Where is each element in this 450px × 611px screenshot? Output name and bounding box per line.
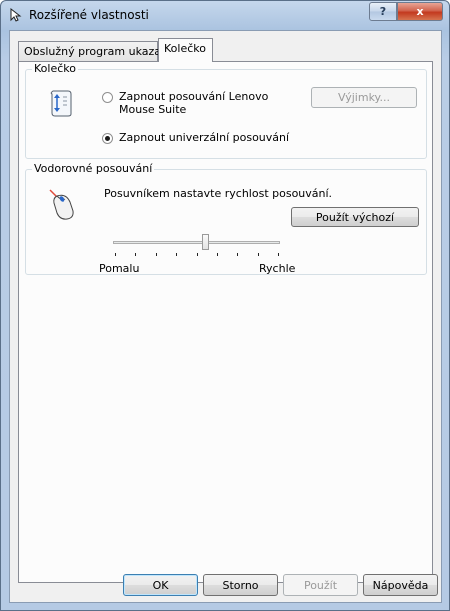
title-bar[interactable]: Rozšířené vlastnosti ? x (1, 1, 449, 29)
tab-label: Kolečko (164, 42, 206, 55)
close-symbol: x (416, 5, 424, 18)
use-default-button[interactable]: Použít výchozí (291, 207, 419, 227)
fast-label: Rychle (259, 262, 296, 275)
apply-button[interactable]: Použít (283, 574, 358, 596)
window-title: Rozšířené vlastnosti (29, 8, 149, 22)
cancel-button[interactable]: Storno (203, 574, 278, 596)
apply-button-label: Použít (303, 578, 338, 592)
help-title-button[interactable]: ? (369, 2, 397, 21)
ok-button[interactable]: OK (123, 574, 198, 596)
radio-button[interactable] (102, 92, 113, 103)
tab-pointer-program[interactable]: Obslužný program ukazatele (18, 41, 182, 61)
tab-wheel[interactable]: Kolečko (158, 38, 213, 62)
help-symbol: ? (379, 5, 387, 18)
mouse-icon (49, 189, 74, 220)
slider-tick (237, 253, 239, 256)
exceptions-button-label: Výjimky... (338, 91, 390, 104)
tab-panel-wheel: Kolečko Zapnout posouvání Lenovo Mouse S… (18, 61, 433, 583)
radio-label: Zapnout univerzální posouvání (119, 131, 290, 144)
radio-lenovo-scroll[interactable]: Zapnout posouvání Lenovo Mouse Suite (102, 90, 302, 116)
radio-label: Zapnout posouvání Lenovo Mouse Suite (119, 90, 269, 116)
wheel-groupbox: Kolečko Zapnout posouvání Lenovo Mouse S… (25, 62, 427, 159)
slider-tick (115, 253, 116, 256)
horizontal-group-title: Vodorovné posouvání (32, 162, 155, 175)
cancel-button-label: Storno (222, 578, 259, 592)
help-button[interactable]: Nápověda (363, 574, 438, 596)
slow-label: Pomalu (99, 262, 140, 275)
scroll-wheel-icon (50, 90, 72, 117)
ok-button-label: OK (152, 578, 169, 592)
speed-slider-track[interactable] (113, 241, 280, 244)
wheel-group-title: Kolečko (32, 62, 78, 75)
close-button[interactable]: x (397, 2, 443, 21)
speed-instruction: Posuvníkem nastavte rychlost posouvání. (104, 187, 333, 200)
slider-tick (216, 253, 218, 256)
slider-tick (155, 253, 157, 256)
mouse-pointer-icon (10, 7, 22, 22)
dialog-client-area: Obslužný program ukazatele Kolečko Koleč… (9, 30, 442, 603)
slider-tick (135, 253, 137, 256)
dialog-window: Rozšířené vlastnosti ? x Obslužný progra… (0, 0, 450, 611)
slider-tick (196, 253, 198, 256)
use-default-button-label: Použít výchozí (315, 210, 395, 224)
slider-tick (257, 253, 259, 256)
help-button-label: Nápověda (372, 578, 429, 592)
speed-slider-thumb[interactable] (201, 234, 209, 250)
exceptions-button[interactable]: Výjimky... (311, 87, 417, 108)
radio-button[interactable] (102, 133, 113, 144)
slider-tick (176, 253, 178, 256)
horizontal-scroll-groupbox: Vodorovné posouvání Posuvníkem nastavte … (25, 162, 427, 275)
radio-universal-scroll[interactable]: Zapnout univerzální posouvání (102, 131, 289, 144)
slider-tick (278, 253, 279, 256)
